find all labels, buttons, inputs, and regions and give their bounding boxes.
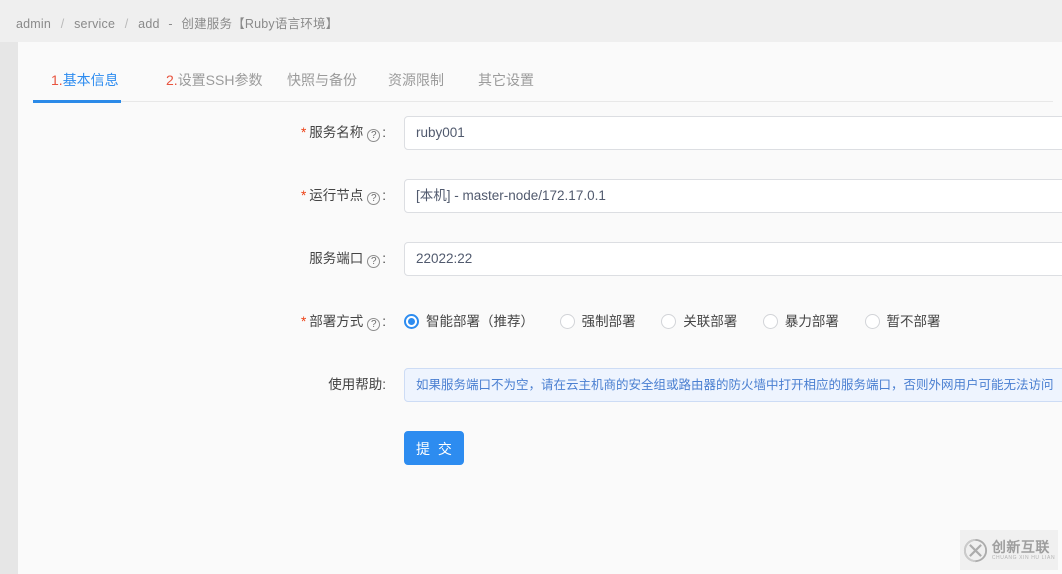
top-breadcrumb-bar: admin / service / add - 创建服务【Ruby语言环境】 <box>0 0 1062 42</box>
radio-dot-icon <box>661 314 677 329</box>
radio-smart-deploy[interactable]: 智能部署（推荐） <box>404 305 534 339</box>
form-row-service-name: * 服务名称?: ruby001 <box>18 116 1062 150</box>
breadcrumb-item-admin[interactable]: admin <box>16 17 51 31</box>
tab-snapshot-backup[interactable]: 快照与备份 <box>287 59 357 101</box>
breadcrumb: admin / service / add - 创建服务【Ruby语言环境】 <box>16 13 338 32</box>
label-service-port: 服务端口?: <box>309 242 386 276</box>
tab-resource-limit[interactable]: 资源限制 <box>388 59 444 101</box>
label-colon: : <box>382 251 386 266</box>
label-service-name-text: 服务名称 <box>309 125 364 140</box>
label-service-port-text: 服务端口 <box>309 251 364 266</box>
breadcrumb-dash: - <box>168 17 173 31</box>
service-name-input[interactable]: ruby001 <box>404 116 1062 150</box>
tab-ssh-params[interactable]: 2.设置SSH参数 <box>166 59 262 101</box>
radio-dot-icon <box>559 314 575 329</box>
form-row-usage-help: 使用帮助: 如果服务端口不为空，请在云主机商的安全组或路由器的防火墙中打开相应的… <box>18 368 1062 402</box>
radio-violent-deploy-label: 暴力部署 <box>784 314 839 329</box>
content-card: 1.基本信息 2.设置SSH参数 快照与备份 资源限制 其它设置 * 服务名称?:… <box>18 42 1062 574</box>
deploy-mode-radio-group: 智能部署（推荐） 强制部署 关联部署 暴力部署 暂不部署 <box>404 305 941 339</box>
radio-linked-deploy[interactable]: 关联部署 <box>661 305 737 339</box>
tab-resource-limit-label: 资源限制 <box>388 72 444 88</box>
required-asterisk: * <box>300 314 307 329</box>
label-service-name: * 服务名称?: <box>301 116 386 150</box>
tab-snapshot-backup-label: 快照与备份 <box>287 72 357 88</box>
radio-force-deploy[interactable]: 强制部署 <box>559 305 636 339</box>
service-port-input[interactable]: 22022:22 <box>404 242 1062 276</box>
label-colon: : <box>382 125 386 140</box>
help-circle-icon[interactable]: ? <box>367 255 381 268</box>
tab-other-settings-label: 其它设置 <box>478 72 534 88</box>
required-asterisk: * <box>300 125 307 140</box>
tab-basic-info-label: 基本信息 <box>62 72 119 88</box>
tab-bar: 1.基本信息 2.设置SSH参数 快照与备份 资源限制 其它设置 <box>33 59 1053 102</box>
form-row-service-port: 服务端口?: 22022:22 <box>18 242 1062 276</box>
label-deploy-mode: * 部署方式?: <box>301 305 386 339</box>
breadcrumb-separator: / <box>124 17 129 31</box>
submit-button[interactable]: 提 交 <box>404 431 464 465</box>
label-usage-help-text: 使用帮助 <box>328 377 383 392</box>
active-tab-indicator <box>33 100 121 103</box>
tab-ssh-params-label: 设置SSH参数 <box>177 72 263 88</box>
form-row-run-node: * 运行节点?: [本机] - master-node/172.17.0.1 <box>18 179 1062 213</box>
form-row-submit: 提 交 <box>18 431 1062 465</box>
watermark-name: 创新互联 <box>991 538 1050 555</box>
breadcrumb-item-service[interactable]: service <box>74 17 115 31</box>
radio-linked-deploy-label: 关联部署 <box>683 314 738 329</box>
usage-help-text: 如果服务端口不为空，请在云主机商的安全组或路由器的防火墙中打开相应的服务端口，否… <box>404 368 1062 402</box>
radio-force-deploy-label: 强制部署 <box>581 314 636 329</box>
required-asterisk: * <box>300 188 307 203</box>
radio-violent-deploy[interactable]: 暴力部署 <box>762 305 839 339</box>
radio-dot-icon <box>762 314 778 329</box>
radio-no-deploy[interactable]: 暂不部署 <box>864 305 941 339</box>
watermark-text: 创新互联 CHUANG XIN HU LIAN <box>992 540 1055 561</box>
label-deploy-mode-text: 部署方式 <box>309 314 364 329</box>
label-run-node-text: 运行节点 <box>309 188 364 203</box>
breadcrumb-item-add[interactable]: add <box>138 17 159 31</box>
radio-smart-deploy-label: 智能部署（推荐） <box>426 314 534 329</box>
tab-basic-info[interactable]: 1.基本信息 <box>51 59 119 101</box>
label-run-node: * 运行节点?: <box>301 179 386 213</box>
help-circle-icon[interactable]: ? <box>367 129 381 142</box>
label-colon: : <box>382 314 386 329</box>
radio-dot-icon <box>404 314 419 329</box>
run-node-select[interactable]: [本机] - master-node/172.17.0.1 <box>404 179 1062 213</box>
form-row-deploy-mode: * 部署方式?: 智能部署（推荐） 强制部署 关联部署 暴力部署 暂不部署 <box>18 305 1062 339</box>
help-circle-icon[interactable]: ? <box>367 192 381 205</box>
label-colon: : <box>382 377 386 392</box>
tab-other-settings[interactable]: 其它设置 <box>478 59 534 101</box>
radio-dot-icon <box>864 314 880 329</box>
label-usage-help: 使用帮助: <box>328 368 386 402</box>
brand-logo-icon <box>963 538 987 562</box>
page-title: 创建服务【Ruby语言环境】 <box>181 17 339 31</box>
tab-ssh-params-number: 2. <box>166 72 178 88</box>
radio-no-deploy-label: 暂不部署 <box>886 314 941 329</box>
breadcrumb-separator: / <box>60 17 65 31</box>
tab-basic-info-number: 1. <box>51 72 63 88</box>
label-colon: : <box>382 188 386 203</box>
watermark-pinyin: CHUANG XIN HU LIAN <box>991 554 1056 561</box>
watermark: 创新互联 CHUANG XIN HU LIAN <box>960 530 1058 570</box>
help-circle-icon[interactable]: ? <box>367 318 381 331</box>
